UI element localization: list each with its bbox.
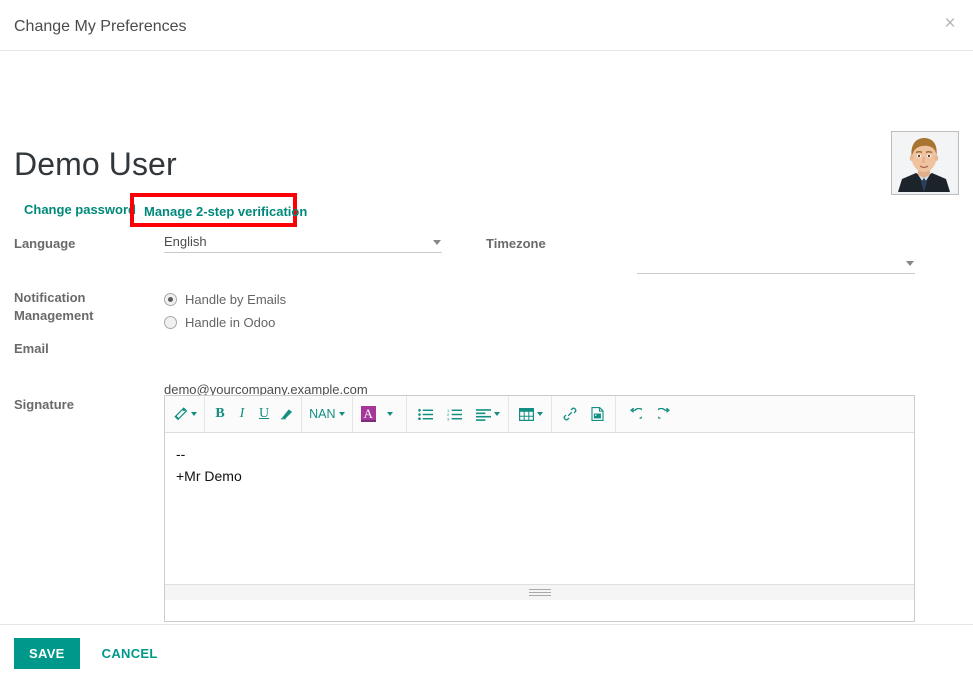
timezone-input[interactable] xyxy=(637,253,915,272)
editor-statusbar xyxy=(165,584,914,600)
table-button[interactable] xyxy=(513,399,547,429)
chevron-down-icon xyxy=(433,240,441,245)
timezone-label: Timezone xyxy=(486,236,546,251)
chevron-down-icon xyxy=(493,412,500,416)
radio-label: Handle in Odoo xyxy=(185,314,276,330)
undo-icon[interactable] xyxy=(620,399,650,429)
ordered-list-glyph: 1 2 3 xyxy=(447,408,462,421)
editor-toolbar: B I U NAN A 1 2 3 xyxy=(165,395,914,433)
signature-label: Signature xyxy=(14,397,74,412)
font-color-button[interactable]: A xyxy=(357,399,380,429)
svg-text:3: 3 xyxy=(447,416,450,421)
link-icon[interactable] xyxy=(556,399,584,429)
timezone-select[interactable] xyxy=(637,253,915,274)
toolbar-group-fontcolor: A xyxy=(353,396,406,432)
user-photo-image xyxy=(892,132,956,192)
language-select[interactable] xyxy=(164,232,442,253)
notification-management-radio-group: Handle by Emails Handle in Odoo xyxy=(164,288,286,334)
toolbar-group-table xyxy=(509,396,551,432)
table-glyph xyxy=(518,407,534,421)
change-password-button[interactable]: Change password xyxy=(24,202,136,218)
eraser-glyph xyxy=(280,409,292,420)
manage-2-step-verification-button[interactable]: Manage 2-step verification xyxy=(144,204,307,220)
toolbar-group-format: B I U xyxy=(205,396,301,432)
font-color-dropdown[interactable] xyxy=(380,399,402,429)
modal-title: Change My Preferences xyxy=(14,18,187,35)
font-size-dropdown[interactable]: NAN xyxy=(306,399,347,429)
grip-line xyxy=(528,592,551,593)
signature-line-1: -- xyxy=(176,446,186,462)
undo-glyph xyxy=(629,407,642,419)
save-button[interactable]: SAVE xyxy=(14,637,80,669)
style-magic-wand-icon[interactable] xyxy=(170,399,200,429)
grip-line xyxy=(528,589,551,590)
unordered-list-glyph xyxy=(418,408,433,420)
close-icon[interactable]: × xyxy=(939,13,961,35)
underline-button[interactable]: U xyxy=(253,399,275,429)
avatar[interactable] xyxy=(891,131,959,195)
language-label: Language xyxy=(14,236,76,251)
toolbar-group-fontsize: NAN xyxy=(302,396,351,432)
unordered-list-icon[interactable] xyxy=(411,399,440,429)
notification-management-label-line2: Management xyxy=(14,308,94,323)
bold-button[interactable]: B xyxy=(209,399,231,429)
modal-header: Change My Preferences × xyxy=(0,0,973,51)
align-left-glyph xyxy=(475,408,491,421)
resize-handle[interactable] xyxy=(528,589,551,596)
page-title: Demo User xyxy=(14,146,177,182)
toolbar-group-lists: 1 2 3 xyxy=(407,396,508,432)
link-glyph xyxy=(563,407,577,421)
font-color-swatch: A xyxy=(360,406,376,422)
chevron-down-icon xyxy=(386,412,393,416)
toolbar-group-insert xyxy=(552,396,615,432)
radio-label: Handle by Emails xyxy=(185,291,287,307)
radio-icon-selected[interactable] xyxy=(164,293,177,306)
language-input[interactable] xyxy=(164,232,442,251)
grip-line xyxy=(528,595,551,596)
italic-button[interactable]: I xyxy=(231,399,253,429)
toolbar-group-style xyxy=(166,396,204,432)
highlight-annotation-box: Manage 2-step verification xyxy=(130,193,307,227)
toolbar-group-history xyxy=(616,396,684,432)
chevron-down-icon xyxy=(906,261,914,266)
modal-footer: SAVE CANCEL xyxy=(0,624,973,681)
radio-icon-unselected[interactable] xyxy=(164,316,177,329)
redo-icon[interactable] xyxy=(650,399,680,429)
paragraph-align-button[interactable] xyxy=(469,399,504,429)
signature-line-2: +Mr Demo xyxy=(176,468,242,484)
chevron-down-icon xyxy=(536,412,543,416)
picture-icon[interactable] xyxy=(584,399,611,429)
ordered-list-icon[interactable]: 1 2 3 xyxy=(440,399,469,429)
magic-wand-glyph xyxy=(174,406,188,420)
redo-glyph xyxy=(657,407,670,419)
font-size-value: NAN xyxy=(309,407,336,421)
signature-content[interactable]: -- +Mr Demo xyxy=(165,433,914,584)
clear-format-eraser-icon[interactable] xyxy=(275,399,297,429)
radio-option-handle-by-emails[interactable]: Handle by Emails xyxy=(164,288,286,311)
radio-option-handle-in-odoo[interactable]: Handle in Odoo xyxy=(164,311,286,334)
chevron-down-icon xyxy=(338,412,345,416)
notification-management-label: Notification Management xyxy=(14,289,154,325)
chevron-down-icon xyxy=(191,412,197,416)
picture-glyph xyxy=(591,407,604,421)
signature-editor: B I U NAN A 1 2 3 -- +Mr Demo xyxy=(164,395,915,622)
notification-management-label-line1: Notification xyxy=(14,290,86,305)
cancel-button[interactable]: CANCEL xyxy=(90,638,170,669)
modal-body: Demo User Change password Manage 2-step … xyxy=(0,51,973,623)
email-label: Email xyxy=(14,341,49,356)
